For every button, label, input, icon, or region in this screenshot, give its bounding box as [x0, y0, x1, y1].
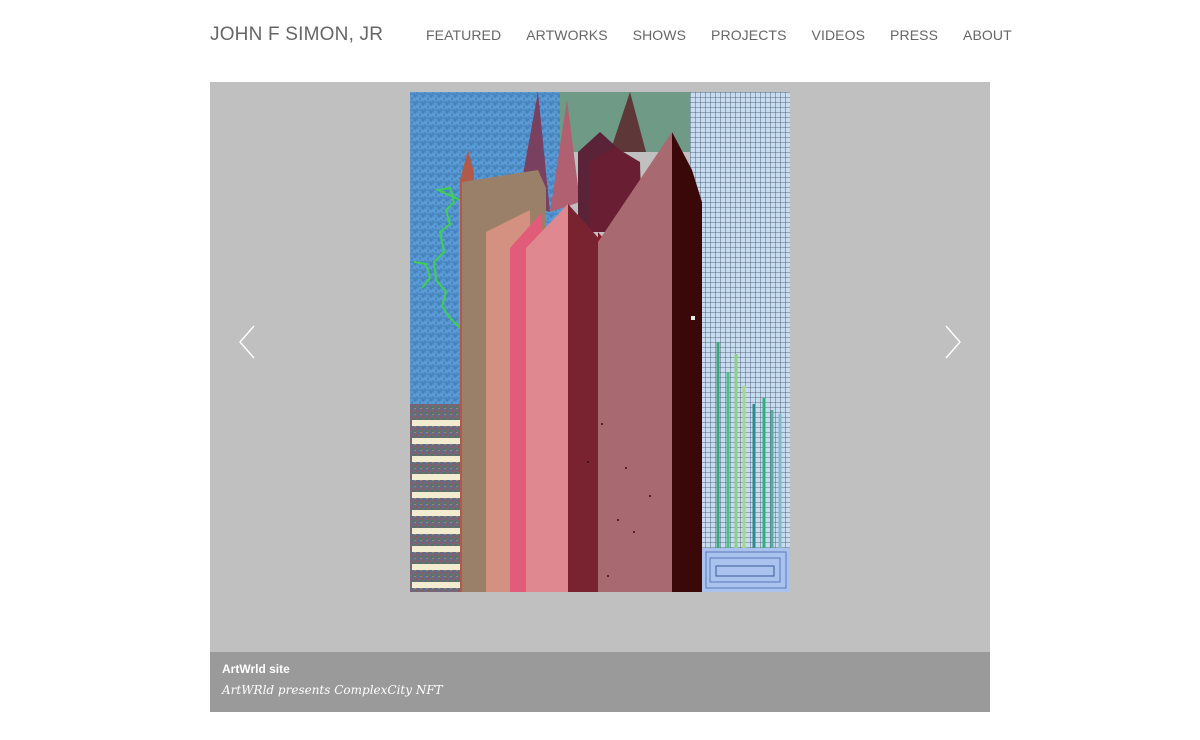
next-slide-button[interactable] — [932, 322, 972, 362]
nav-item-artworks[interactable]: ARTWORKS — [526, 27, 607, 43]
nav-item-shows[interactable]: SHOWS — [633, 27, 686, 43]
main-nav: FEATURED ARTWORKS SHOWS PROJECTS VIDEOS … — [426, 27, 1012, 43]
artwork-image[interactable] — [410, 92, 790, 592]
nav-item-featured[interactable]: FEATURED — [426, 27, 501, 43]
slide-caption: ArtWrld site ArtWRld presents ComplexCit… — [210, 652, 990, 712]
slideshow: ArtWrld site ArtWRld presents ComplexCit… — [210, 82, 990, 712]
caption-title: ArtWrld site — [222, 662, 290, 676]
caption-text: ArtWRld presents ComplexCity NFT — [222, 683, 443, 697]
site-title[interactable]: JOHN F SIMON, JR — [210, 24, 383, 46]
nav-item-about[interactable]: ABOUT — [963, 27, 1012, 43]
nav-item-press[interactable]: PRESS — [890, 27, 938, 43]
nav-item-videos[interactable]: VIDEOS — [812, 27, 866, 43]
chevron-right-icon — [945, 325, 961, 359]
chevron-left-icon — [239, 325, 255, 359]
previous-slide-button[interactable] — [228, 322, 268, 362]
nav-item-projects[interactable]: PROJECTS — [711, 27, 786, 43]
